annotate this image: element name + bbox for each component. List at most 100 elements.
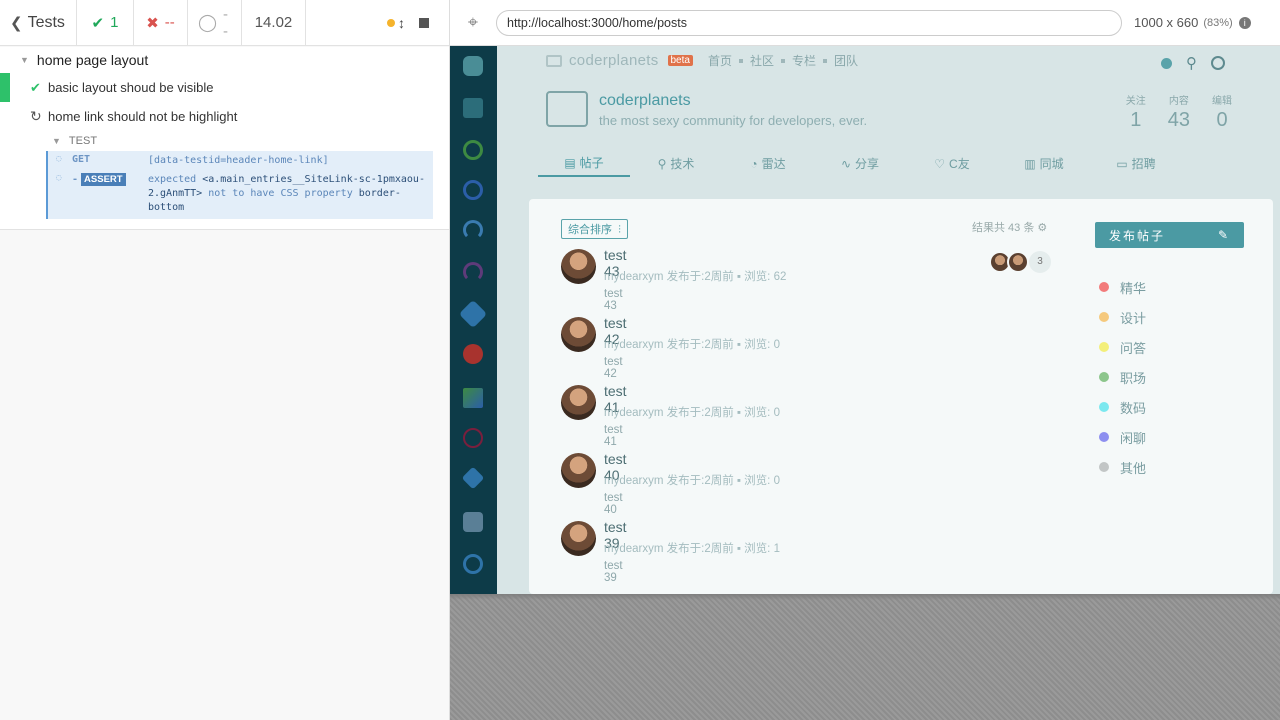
theme-dot-icon[interactable] <box>1161 57 1172 69</box>
user-icon[interactable] <box>1211 56 1225 70</box>
command-name-wrap: - ASSERT <box>72 173 148 186</box>
tag-color-dot <box>1099 312 1109 322</box>
nav-home[interactable]: 首页 <box>708 52 732 69</box>
sort-filter-button[interactable]: 综合排序 ⫶ <box>561 219 628 239</box>
check-icon: ✔ <box>91 14 105 32</box>
community-icon[interactable] <box>463 344 483 364</box>
command-get[interactable]: ◌ GET [data-testid=header-home-link] <box>56 154 427 172</box>
info-icon[interactable]: i <box>1238 16 1251 29</box>
beta-badge: beta <box>667 55 693 66</box>
community-icon[interactable] <box>463 554 483 574</box>
section-header[interactable]: ▼ TEST <box>0 131 449 151</box>
autoscroll-toggle[interactable]: ↕ <box>387 15 405 31</box>
tab-jobs[interactable]: ▭ 招聘 <box>1090 150 1182 177</box>
tag-item[interactable]: 数码 <box>1099 392 1146 422</box>
community-icon[interactable] <box>463 388 483 408</box>
community-icon[interactable] <box>463 428 483 448</box>
tag-list: 精华 设计 问答 职场 数码 闲聊 其他 <box>1099 272 1146 482</box>
tab-radar[interactable]: ◔ 雷达 <box>722 150 814 177</box>
passed-count[interactable]: ✔ 1 <box>77 0 134 45</box>
tab-label: 帖子 <box>579 156 604 170</box>
failed-count[interactable]: ✖ -- <box>134 0 188 45</box>
assert-message: expected <a.main_entries__SiteLink-sc-1p… <box>148 173 427 215</box>
avatar[interactable] <box>561 385 596 420</box>
selector-playground-icon[interactable]: ⌖ <box>450 12 496 33</box>
community-icon[interactable] <box>458 299 488 329</box>
failed-value: -- <box>164 14 175 31</box>
avatar[interactable] <box>561 249 596 284</box>
nav-column[interactable]: 专栏 <box>792 52 816 69</box>
tab-tech[interactable]: ⚲ 技术 <box>630 150 722 177</box>
publish-post-button[interactable]: 发布帖子 ✎ <box>1095 222 1244 248</box>
suite-title[interactable]: ▼ home page layout <box>0 47 449 73</box>
community-icon[interactable] <box>463 180 483 200</box>
stat-editors[interactable]: 编辑 0 <box>1212 92 1232 132</box>
community-icon[interactable] <box>463 262 483 282</box>
back-to-tests-button[interactable]: ❮ Tests <box>0 0 77 45</box>
tag-label: 职场 <box>1120 370 1147 386</box>
chevron-left-icon: ❮ <box>10 14 23 32</box>
assert-predicate: not to have CSS property <box>208 188 353 199</box>
tab-label: 招聘 <box>1131 157 1156 171</box>
tab-label: 分享 <box>855 157 880 171</box>
pending-count[interactable]: ◯ -- <box>188 0 242 45</box>
test-item-running[interactable]: ↻ home link should not be highlight <box>0 102 449 131</box>
nav-separator <box>823 58 828 63</box>
tab-posts[interactable]: ▤ 帖子 <box>538 150 630 177</box>
settings-icon[interactable]: ⚙ <box>1037 222 1047 234</box>
search-icon[interactable]: ⚲ <box>1186 54 1197 72</box>
friends-icon: ♡ <box>934 156 946 171</box>
stop-icon[interactable] <box>419 17 429 28</box>
nav-team[interactable]: 团队 <box>834 52 858 69</box>
tag-item[interactable]: 精华 <box>1099 272 1146 302</box>
caret-down-icon: ▼ <box>52 136 61 146</box>
command-assert[interactable]: ◌ - ASSERT expected <a.main_entries__Sit… <box>56 173 427 215</box>
post-digest: test 43 <box>604 288 623 312</box>
community-icon[interactable] <box>463 512 483 532</box>
tab-cfriends[interactable]: ♡ C友 <box>906 150 998 177</box>
tab-share[interactable]: ∿ 分享 <box>814 150 906 177</box>
command-message: [data-testid=header-home-link] <box>148 155 329 166</box>
tag-item[interactable]: 闲聊 <box>1099 422 1146 452</box>
community-icon[interactable] <box>463 220 483 240</box>
tag-item[interactable]: 设计 <box>1099 302 1146 332</box>
suite-title-text: home page layout <box>36 52 149 68</box>
test-item-passed[interactable]: ✔ basic layout shoud be visible <box>0 73 449 102</box>
pin-icon: ⚲ <box>657 156 667 171</box>
logo-icon[interactable] <box>546 54 562 67</box>
stat-follow[interactable]: 关注 1 <box>1126 92 1146 132</box>
total-label: 结果共 43 条 <box>972 222 1035 234</box>
radar-icon: ◔ <box>750 156 758 171</box>
nav-community[interactable]: 社区 <box>750 52 774 69</box>
tab-city[interactable]: ▥ 同城 <box>998 150 1090 177</box>
brand-name[interactable]: coderplanets <box>569 52 659 69</box>
community-icon[interactable] <box>461 466 485 490</box>
sort-label: 综合排序 <box>568 224 612 236</box>
avatar[interactable] <box>561 317 596 352</box>
stat-content[interactable]: 内容 43 <box>1168 92 1190 132</box>
url-display[interactable]: http://localhost:3000/home/posts <box>496 9 1122 36</box>
app-iframe: coderplanets beta 首页 社区 专栏 团队 ⚲ coderpla… <box>450 46 1280 594</box>
tag-item[interactable]: 其他 <box>1099 452 1146 482</box>
post-digest: test 39 <box>604 560 623 584</box>
tab-label: 技术 <box>670 157 695 171</box>
community-header: coderplanets beta 首页 社区 专栏 团队 ⚲ coderpla… <box>497 46 1280 177</box>
home-community-icon[interactable] <box>463 56 483 76</box>
avatar[interactable] <box>561 521 596 556</box>
post-meta: mydearxym 发布于:2周前 ▪ 浏览: 0 <box>604 407 780 419</box>
community-icon[interactable] <box>463 140 483 160</box>
post-meta: mydearxym 发布于:2周前 ▪ 浏览: 1 <box>604 543 780 555</box>
tag-item[interactable]: 职场 <box>1099 362 1146 392</box>
tag-item[interactable]: 问答 <box>1099 332 1146 362</box>
active-users[interactable]: 3 <box>989 251 1051 273</box>
community-desc: the most sexy community for developers, … <box>599 113 868 128</box>
community-stats: 关注 1 内容 43 编辑 0 <box>1126 92 1232 132</box>
updown-arrow-icon: ↕ <box>398 14 405 31</box>
avatar[interactable] <box>561 453 596 488</box>
community-tabs: ▤ 帖子 ⚲ 技术 ◔ 雷达 ∿ 分享 ♡ C友 ▥ 同城 ▭ 招聘 <box>538 150 1182 177</box>
post-digest: test 41 <box>604 424 623 448</box>
result-total: 结果共 43 条 ⚙ <box>972 219 1047 235</box>
community-icon[interactable] <box>463 98 483 118</box>
post-digest: test 42 <box>604 356 623 380</box>
stat-value: 0 <box>1216 109 1228 131</box>
